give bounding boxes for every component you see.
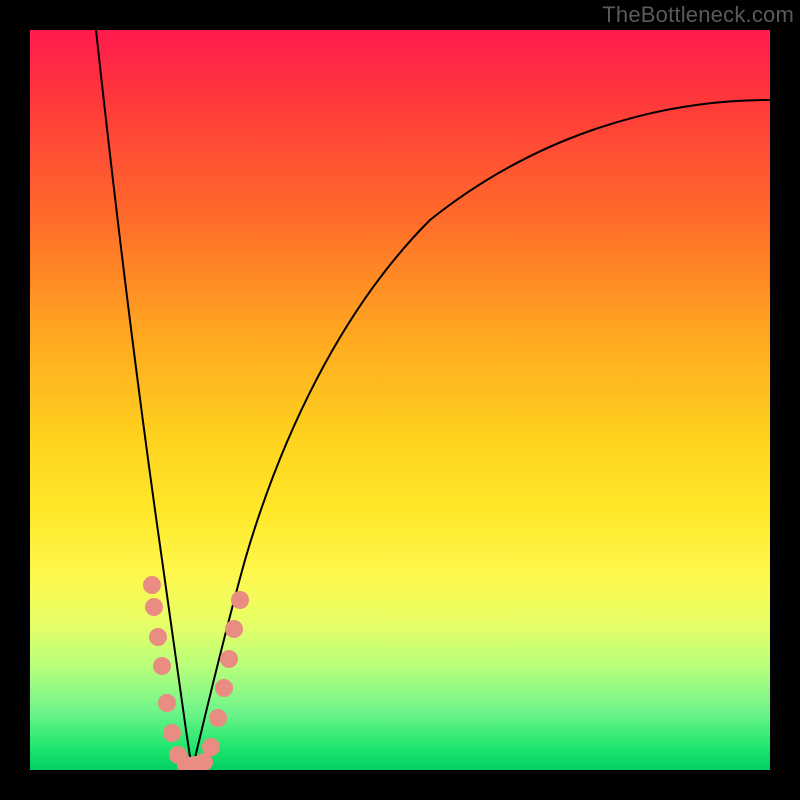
data-dot [149,628,167,646]
data-dot [220,650,238,668]
data-dot [163,724,181,742]
data-dot [145,598,163,616]
watermark-text: TheBottleneck.com [602,2,794,28]
plot-area [30,30,770,770]
chart-frame: TheBottleneck.com [0,0,800,800]
data-dot [143,576,161,594]
left-branch-path [96,30,192,770]
right-branch-path [192,100,770,770]
data-dot [225,620,243,638]
data-dot [209,709,227,727]
data-dot [153,657,171,675]
curve-svg [30,30,770,770]
data-dot [215,679,233,697]
data-dot [202,738,220,756]
data-dot [158,694,176,712]
data-dot [231,591,249,609]
